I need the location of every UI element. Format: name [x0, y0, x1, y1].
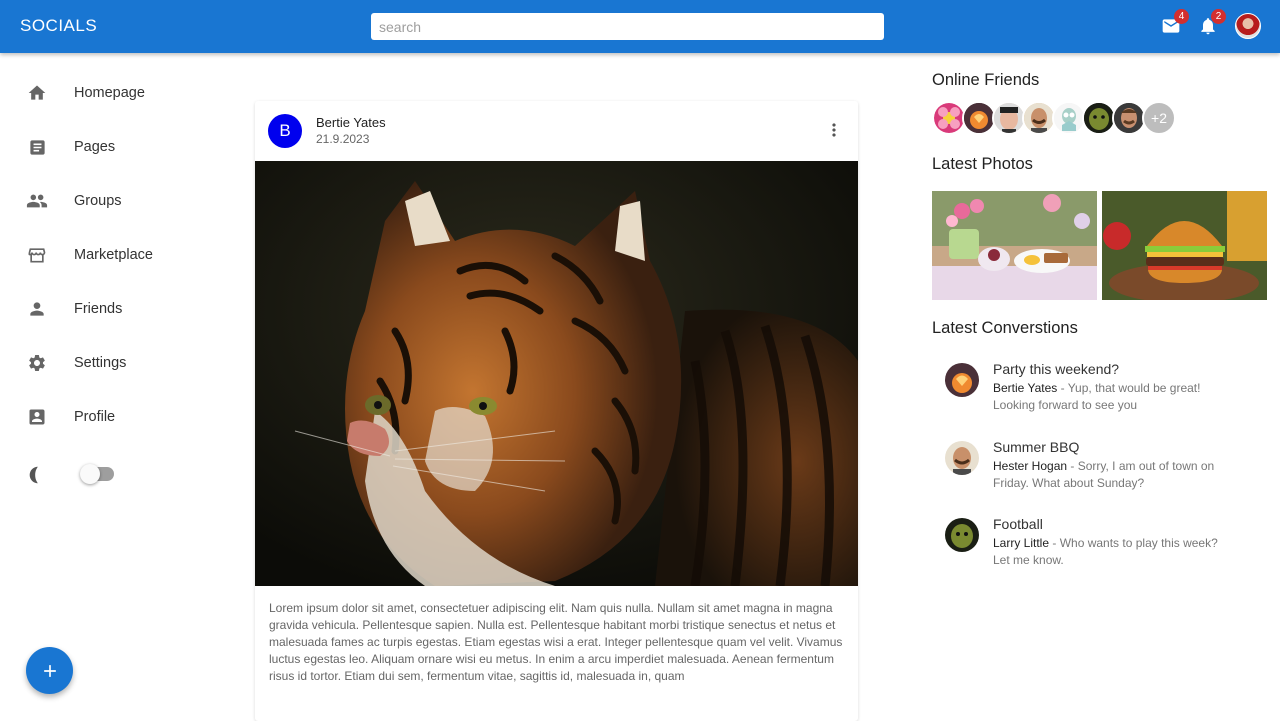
- plus-icon: [43, 664, 56, 677]
- app-bar: SOCIALS 4 2: [0, 0, 1280, 53]
- moon-icon: [29, 466, 38, 484]
- post-text: Lorem ipsum dolor sit amet, consectetuer…: [269, 601, 843, 683]
- sidebar-item-profile[interactable]: Profile: [0, 397, 230, 437]
- storefront-icon: [26, 244, 48, 266]
- online-friends-title: Online Friends: [932, 71, 1040, 89]
- sidebar-item-label: Marketplace: [74, 247, 153, 263]
- conversation-preview: Hester Hogan - Sorry, I am out of town o…: [993, 458, 1233, 492]
- friend-avatar[interactable]: [962, 101, 996, 135]
- more-friends-count[interactable]: +2: [1142, 101, 1176, 135]
- sidebar: Homepage Pages Groups Marketplace Friend…: [0, 53, 230, 708]
- post-author: Bertie Yates: [316, 115, 386, 130]
- conversation-preview: Bertie Yates - Yup, that would be great!…: [993, 380, 1233, 414]
- latest-photo[interactable]: [932, 191, 1097, 300]
- author-avatar[interactable]: B: [268, 114, 302, 148]
- notifications-badge: 2: [1211, 9, 1226, 24]
- more-vert-icon: [832, 123, 836, 137]
- friend-avatar[interactable]: [932, 101, 966, 135]
- post-menu-button[interactable]: [821, 117, 847, 143]
- sidebar-item-label: Groups: [74, 193, 122, 209]
- tiger-photo: [255, 161, 858, 586]
- burger-photo: [1102, 191, 1267, 300]
- sidebar-item-label: Homepage: [74, 85, 145, 101]
- sidebar-item-settings[interactable]: Settings: [0, 343, 230, 383]
- mail-badge: 4: [1174, 9, 1189, 24]
- sidebar-item-friends[interactable]: Friends: [0, 289, 230, 329]
- notifications-button[interactable]: 2: [1196, 9, 1226, 38]
- latest-photos-title: Latest Photos: [932, 155, 1033, 173]
- conversation-avatar: [945, 441, 979, 475]
- post-image[interactable]: [255, 161, 858, 586]
- search-input[interactable]: [371, 13, 884, 40]
- home-icon: [26, 82, 48, 104]
- sidebar-item-label: Friends: [74, 301, 123, 317]
- latest-photo[interactable]: [1102, 191, 1267, 300]
- sidebar-item-label: Settings: [74, 355, 127, 371]
- dark-mode-toggle[interactable]: [80, 464, 114, 484]
- person-icon: [26, 298, 48, 320]
- friend-avatar[interactable]: [1022, 101, 1056, 135]
- sidebar-item-label: Pages: [74, 139, 116, 155]
- user-avatar[interactable]: [1235, 13, 1261, 39]
- conversation-title: Football: [993, 516, 1043, 532]
- friend-avatar[interactable]: [992, 101, 1026, 135]
- conversation-sender: Larry Little: [993, 536, 1050, 550]
- article-icon: [26, 136, 48, 158]
- toggle-knob: [80, 464, 100, 484]
- account-box-icon: [26, 406, 48, 428]
- conversation-item[interactable]: Summer BBQ Hester Hogan - Sorry, I am ou…: [932, 439, 1262, 509]
- friend-avatar[interactable]: [1112, 101, 1146, 135]
- post-date: 21.9.2023: [316, 132, 370, 146]
- sidebar-item-marketplace[interactable]: Marketplace: [0, 235, 230, 275]
- sidebar-item-groups[interactable]: Groups: [0, 181, 230, 221]
- conversation-sender: Hester Hogan: [993, 459, 1068, 473]
- sidebar-item-homepage[interactable]: Homepage: [0, 73, 230, 113]
- app-logo[interactable]: SOCIALS: [20, 16, 97, 36]
- conversation-avatar: [945, 363, 979, 397]
- breakfast-photo: [932, 191, 1097, 300]
- conversation-sender: Bertie Yates: [993, 381, 1058, 395]
- post-card: B Bertie Yates 21.9.2023 Lorem ipsum dol…: [255, 101, 858, 721]
- friend-avatar[interactable]: [1082, 101, 1116, 135]
- conversation-item[interactable]: Football Larry Little - Who wants to pla…: [932, 516, 1262, 586]
- friend-avatar[interactable]: [1052, 101, 1086, 135]
- gear-icon: [26, 352, 48, 374]
- conversation-title: Party this weekend?: [993, 361, 1120, 377]
- conversation-title: Summer BBQ: [993, 439, 1080, 455]
- sidebar-item-label: Profile: [74, 409, 116, 425]
- conversation-item[interactable]: Party this weekend? Bertie Yates - Yup, …: [932, 361, 1262, 431]
- conversation-preview: Larry Little - Who wants to play this we…: [993, 535, 1233, 569]
- sidebar-item-pages[interactable]: Pages: [0, 127, 230, 167]
- conversation-avatar: [945, 518, 979, 552]
- group-icon: [26, 190, 48, 212]
- add-post-button[interactable]: [26, 647, 73, 694]
- mail-button[interactable]: 4: [1159, 9, 1189, 38]
- latest-conversations-title: Latest Converstions: [932, 319, 1078, 337]
